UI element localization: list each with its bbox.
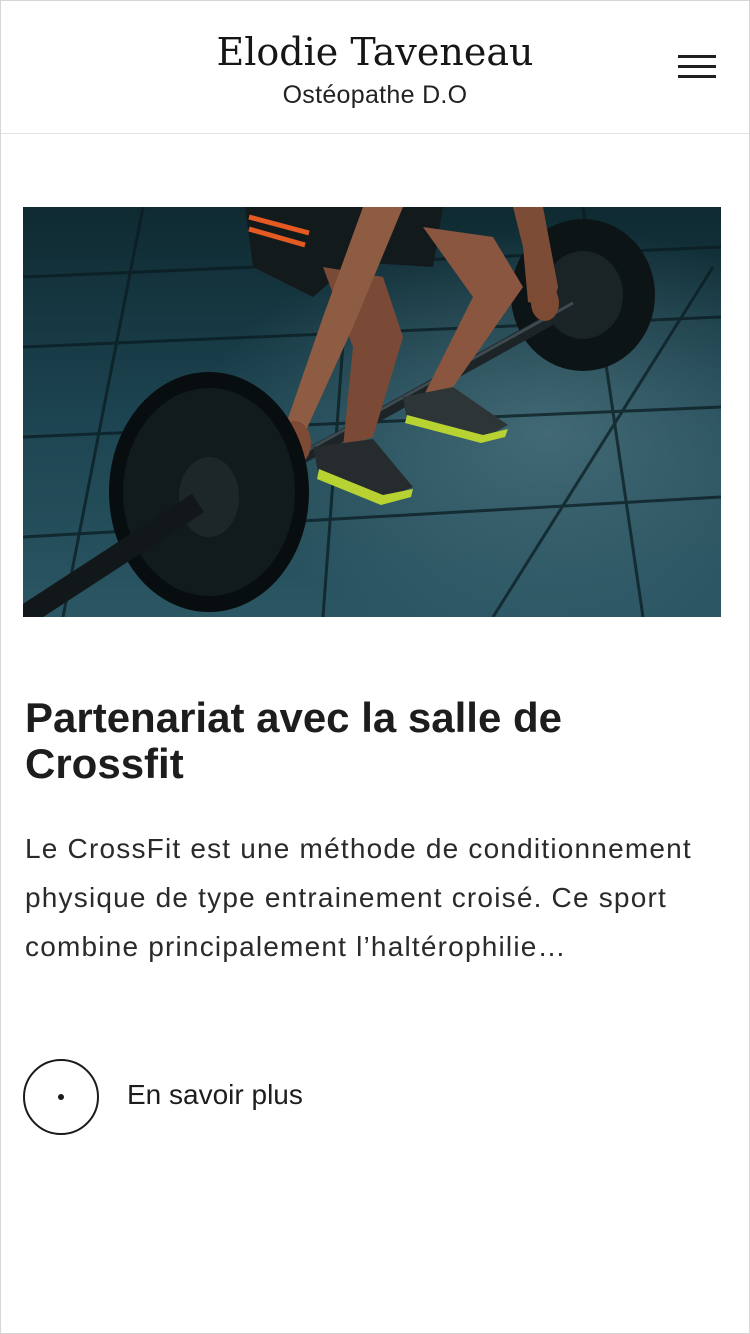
menu-bar-bottom bbox=[678, 75, 716, 78]
read-more-circle-icon[interactable] bbox=[23, 1059, 99, 1135]
site-title[interactable]: Elodie Taveneau bbox=[1, 29, 749, 75]
dot-icon bbox=[58, 1094, 64, 1100]
site-subtitle: Ostéopathe D.O bbox=[282, 81, 468, 109]
read-more-button[interactable]: En savoir plus bbox=[23, 1059, 343, 1135]
menu-bar-middle bbox=[678, 65, 716, 68]
barbell-photo-illustration bbox=[23, 207, 721, 617]
site-header: Elodie Taveneau Ostéopathe D.O bbox=[1, 1, 749, 134]
post-image[interactable] bbox=[23, 207, 721, 617]
post-excerpt: Le CrossFit est une méthode de condition… bbox=[25, 833, 692, 962]
menu-bar-top bbox=[678, 55, 716, 58]
hamburger-menu-icon[interactable] bbox=[673, 49, 721, 85]
post-title[interactable]: Partenariat avec la salle de Crossfit bbox=[25, 695, 715, 787]
read-more-label[interactable]: En savoir plus bbox=[127, 1077, 303, 1113]
